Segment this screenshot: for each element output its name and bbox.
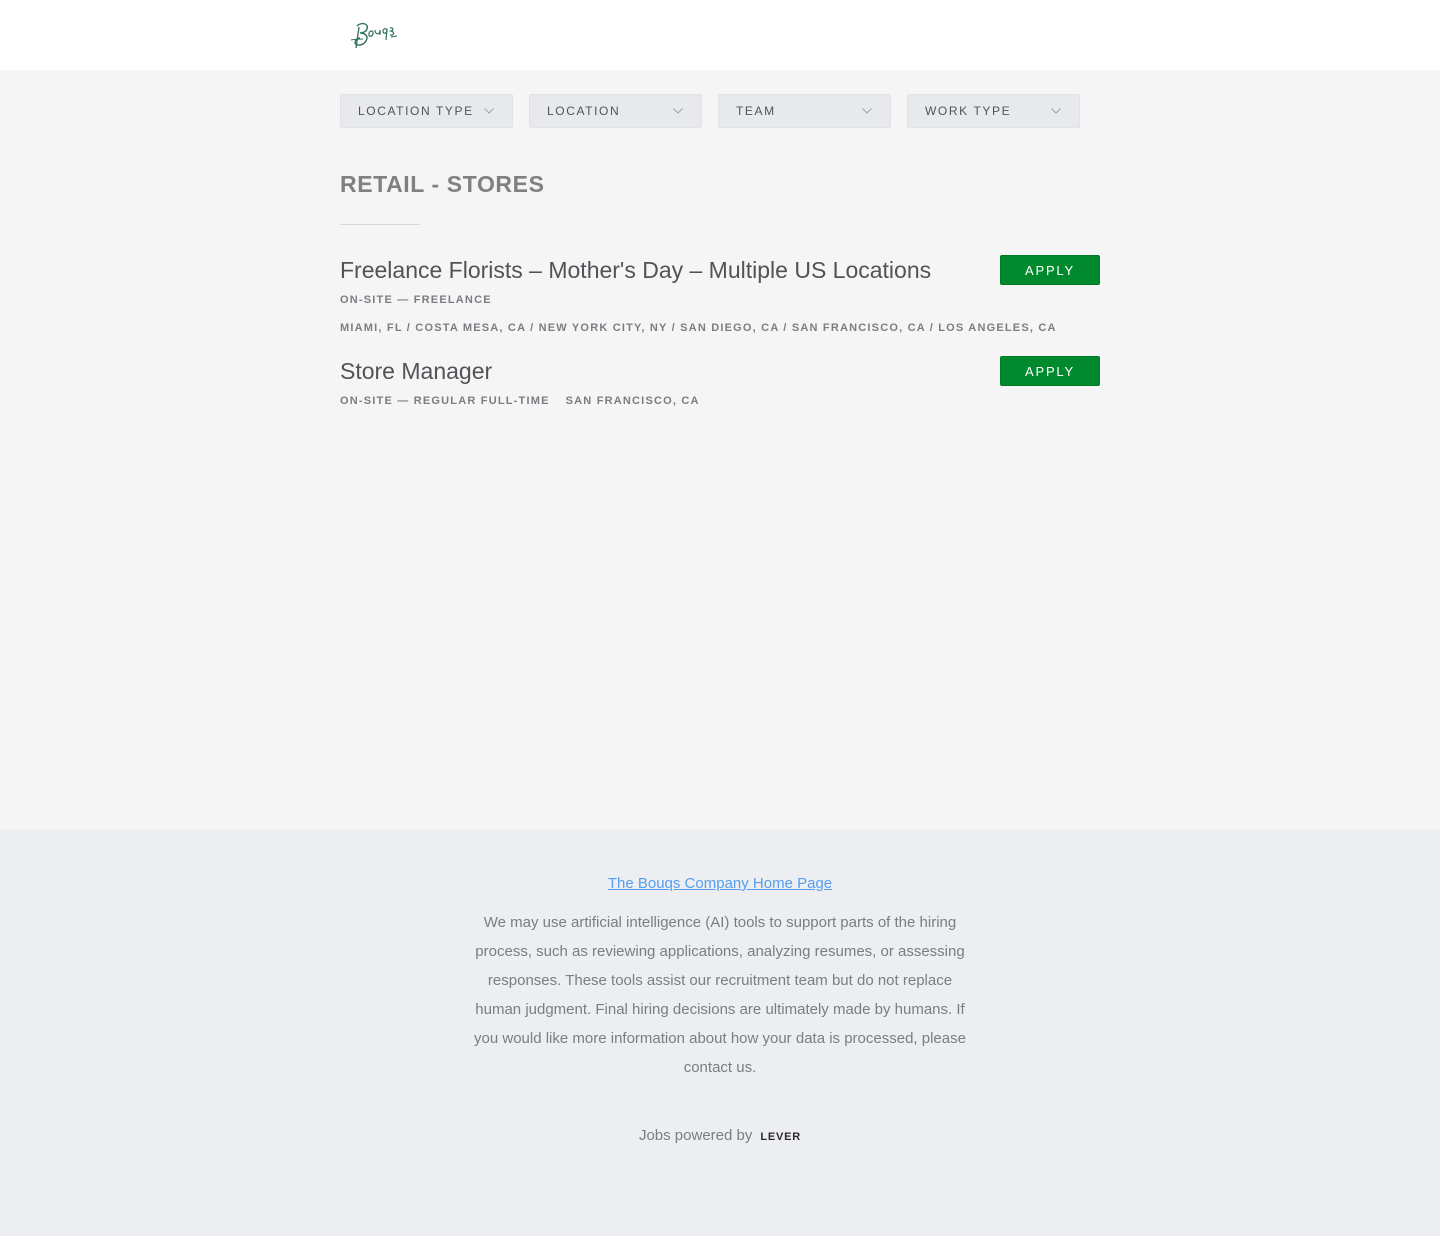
apply-button[interactable]: APPLY [1000, 356, 1100, 386]
bouqs-logo-mark [350, 22, 398, 49]
filter-label: LOCATION TYPE [358, 104, 474, 118]
workplace-type: ON-SITE — FREELANCE [340, 294, 492, 306]
filter-bar: LOCATION TYPE LOCATION TEAM WORK TYPE [340, 94, 1080, 128]
posting-meta: ON-SITE — REGULAR FULL-TIME SAN FRANCISC… [340, 395, 1100, 407]
section-divider [340, 224, 420, 225]
company-home-link[interactable]: The Bouqs Company Home Page [0, 875, 1440, 892]
location-list: SAN FRANCISCO, CA [565, 395, 700, 407]
workplace-type: ON-SITE — REGULAR FULL-TIME [340, 395, 550, 407]
main-content: LOCATION TYPE LOCATION TEAM WORK TYPE RE… [0, 70, 1440, 830]
chevron-down-icon [484, 108, 494, 114]
posting-locations: MIAMI, FL / COSTA MESA, CA / NEW YORK CI… [340, 322, 1100, 334]
filter-label: WORK TYPE [925, 104, 1012, 118]
powered-by-text: Jobs powered by [638, 1127, 753, 1144]
apply-button[interactable]: APPLY [1000, 255, 1100, 285]
filter-work-type[interactable]: WORK TYPE [907, 94, 1080, 128]
filter-label: LOCATION [547, 104, 621, 118]
top-bar [0, 0, 1440, 70]
filter-location[interactable]: LOCATION [529, 94, 702, 128]
footer: The Bouqs Company Home Page We may use a… [0, 830, 1440, 1236]
posting-workplace: ON-SITE — FREELANCE [340, 294, 1100, 306]
posting-title-link[interactable]: Freelance Florists – Mother's Day – Mult… [340, 254, 1100, 286]
chevron-down-icon [862, 108, 872, 114]
chevron-down-icon [673, 108, 683, 114]
lever-logo-link[interactable]: LEVER [760, 1131, 801, 1143]
posting-item: Freelance Florists – Mother's Day – Mult… [340, 254, 1100, 334]
posting-item: Store Manager APPLY ON-SITE — REGULAR FU… [340, 355, 1100, 407]
filter-team[interactable]: TEAM [718, 94, 891, 128]
location-list: MIAMI, FL / COSTA MESA, CA / NEW YORK CI… [340, 322, 1057, 334]
ai-disclaimer: We may use artificial intelligence (AI) … [474, 914, 966, 1076]
chevron-down-icon [1051, 108, 1061, 114]
posting-title-link[interactable]: Store Manager [340, 355, 1100, 387]
bouqs-logo[interactable] [347, 18, 401, 52]
filter-label: TEAM [736, 104, 776, 118]
powered-by: Jobs powered by LEVER [0, 1127, 1440, 1144]
filter-location-type[interactable]: LOCATION TYPE [340, 94, 513, 128]
section-title: RETAIL - STORES [340, 171, 545, 197]
